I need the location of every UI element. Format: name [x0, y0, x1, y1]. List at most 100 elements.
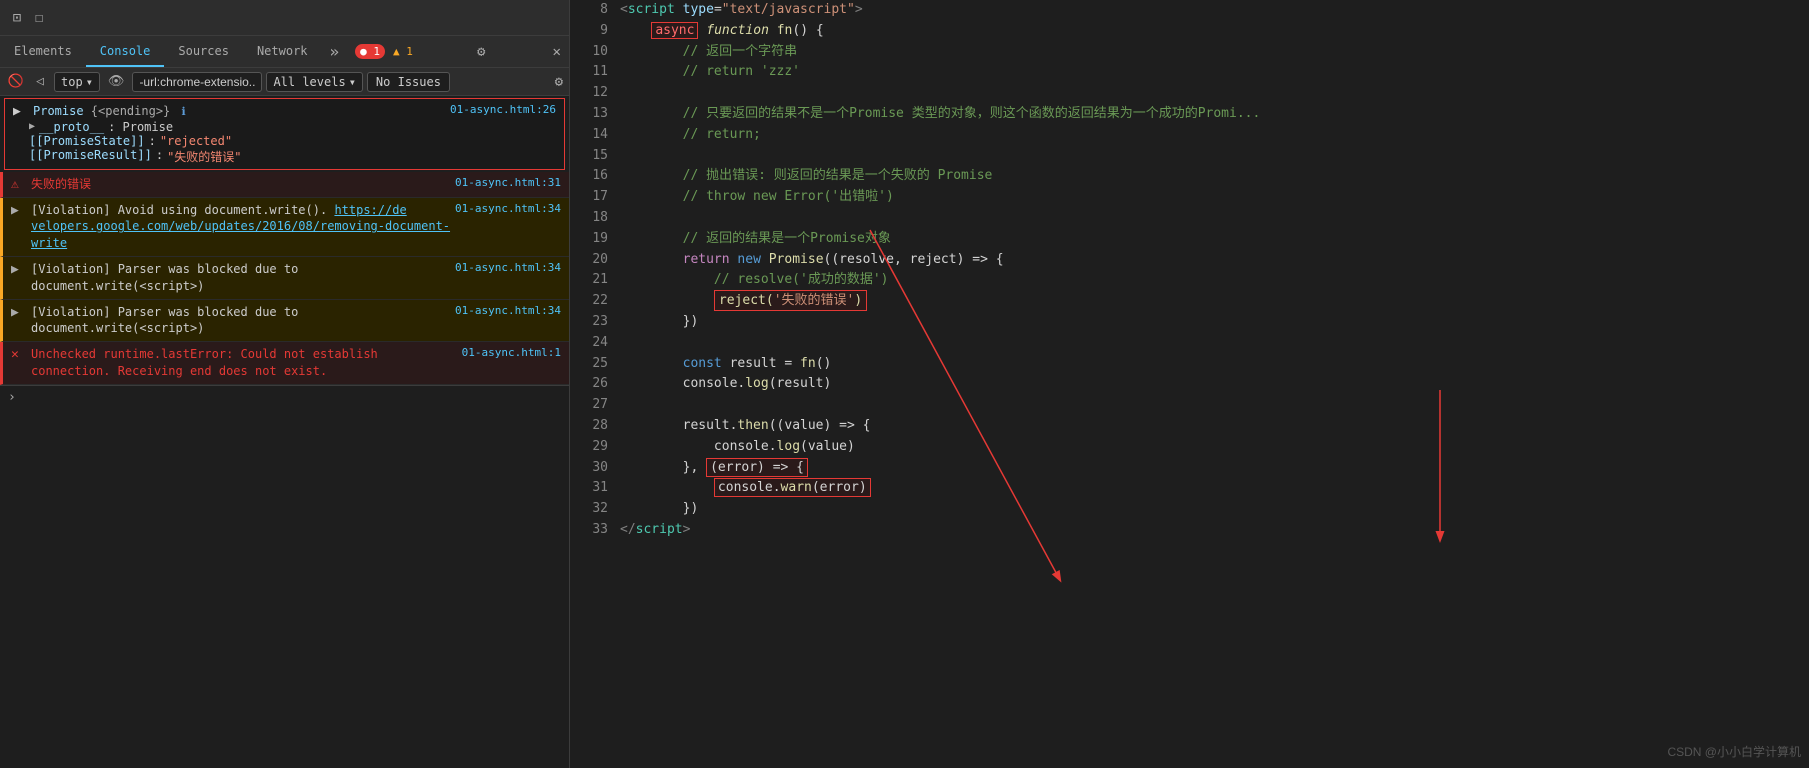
console-prompt-icon: ›: [8, 390, 16, 405]
table-row: 9 async function fn() {: [570, 21, 1809, 42]
eye-icon[interactable]: 👁: [104, 74, 129, 89]
watermark: CSDN @小小白学计算机: [1667, 743, 1801, 760]
table-row: 22 reject('失败的错误'): [570, 291, 1809, 312]
settings-button[interactable]: ⚙: [469, 36, 493, 67]
log-source-promise[interactable]: 01-async.html:26: [450, 103, 556, 120]
log-entry-violation1: ▶ [Violation] Avoid using document.write…: [0, 198, 569, 257]
line-content-20: return new Promise((resolve, reject) => …: [620, 250, 1809, 271]
line-content-18: [620, 208, 1809, 229]
error-badge: ● 1: [355, 44, 385, 59]
tab-network[interactable]: Network: [243, 36, 322, 67]
line-number-30: 30: [570, 458, 620, 479]
table-row: 13 // 只要返回的结果不是一个Promise 类型的对象，则这个函数的返回结…: [570, 104, 1809, 125]
table-row: 17 // throw new Error('出错啦'): [570, 187, 1809, 208]
line-number-21: 21: [570, 270, 620, 291]
console-settings-icon[interactable]: ⚙: [555, 74, 563, 90]
log-source-v1[interactable]: 01-async.html:34: [455, 202, 561, 215]
line-number-29: 29: [570, 437, 620, 458]
runtime-error-message: Unchecked runtime.lastError: Could not e…: [31, 346, 462, 380]
table-row: 33 </script>: [570, 520, 1809, 541]
log-entry-violation3: ▶ [Violation] Parser was blocked due tod…: [0, 300, 569, 343]
promise-result-key: [[PromiseResult]]: [29, 148, 152, 165]
level-label: All levels: [273, 75, 345, 89]
line-content-29: console.log(value): [620, 437, 1809, 458]
table-row: 30 }, (error) => {: [570, 458, 1809, 479]
line-number-33: 33: [570, 520, 620, 541]
devtools-top-toolbar: ⊡ ☐: [0, 0, 569, 36]
chevron-down-icon: ▾: [86, 75, 93, 89]
line-content-11: // return 'zzz': [620, 62, 1809, 83]
context-label: top: [61, 75, 83, 89]
tab-elements[interactable]: Elements: [0, 36, 86, 67]
line-number-15: 15: [570, 146, 620, 167]
code-content-area: 8 <script type="text/javascript"> 9 asyn…: [570, 0, 1809, 768]
code-editor: 8 <script type="text/javascript"> 9 asyn…: [570, 0, 1809, 768]
log-source-error1[interactable]: 01-async.html:31: [455, 176, 561, 189]
line-content-25: const result = fn(): [620, 354, 1809, 375]
line-number-18: 18: [570, 208, 620, 229]
log-entry-runtime-error: ✕ Unchecked runtime.lastError: Could not…: [0, 342, 569, 385]
log-source-v3[interactable]: 01-async.html:34: [455, 304, 561, 317]
table-row: 16 // 抛出错误: 则返回的结果是一个失败的 Promise: [570, 166, 1809, 187]
inspect-icon[interactable]: ⊡: [8, 9, 26, 27]
context-selector[interactable]: top ▾: [54, 72, 100, 92]
line-number-27: 27: [570, 395, 620, 416]
promise-state-key: [[PromiseState]]: [29, 134, 145, 148]
table-row: 25 const result = fn(): [570, 354, 1809, 375]
line-number-19: 19: [570, 229, 620, 250]
violation-message-2: [Violation] Parser was blocked due todoc…: [31, 261, 455, 295]
tabs-more-button[interactable]: »: [322, 36, 348, 67]
proto-key: __proto__: [39, 120, 104, 134]
back-button[interactable]: ◁: [30, 72, 50, 92]
line-content-22: reject('失败的错误'): [620, 291, 1809, 312]
devtools-tabs: Elements Console Sources Network » ● 1 ▲…: [0, 36, 569, 68]
line-number-31: 31: [570, 478, 620, 499]
line-number-32: 32: [570, 499, 620, 520]
device-icon[interactable]: ☐: [30, 9, 48, 27]
line-content-26: console.log(result): [620, 374, 1809, 395]
table-row: 21 // resolve('成功的数据'): [570, 270, 1809, 291]
table-row: 10 // 返回一个字符串: [570, 42, 1809, 63]
table-row: 15: [570, 146, 1809, 167]
no-issues-button[interactable]: No Issues: [367, 72, 450, 92]
log-source-runtime[interactable]: 01-async.html:1: [462, 346, 561, 359]
close-button[interactable]: ✕: [545, 36, 569, 67]
line-number-16: 16: [570, 166, 620, 187]
console-toolbar: 🚫 ◁ top ▾ 👁 All levels ▾ No Issues ⚙: [0, 68, 569, 96]
tab-console[interactable]: Console: [86, 36, 165, 67]
expand-icon[interactable]: ▶: [13, 104, 29, 120]
line-number-10: 10: [570, 42, 620, 63]
log-entry-error1: ⚠ 失败的错误 01-async.html:31: [0, 172, 569, 198]
line-content-8: <script type="text/javascript">: [620, 0, 1809, 21]
line-content-19: // 返回的结果是一个Promise对象: [620, 229, 1809, 250]
table-row: 12: [570, 83, 1809, 104]
warn-badge: ▲ 1: [388, 44, 418, 59]
log-level-selector[interactable]: All levels ▾: [266, 72, 362, 92]
tab-sources[interactable]: Sources: [164, 36, 243, 67]
line-number-8: 8: [570, 0, 620, 21]
error-icon-1: ⚠: [11, 177, 27, 192]
line-number-12: 12: [570, 83, 620, 104]
line-number-22: 22: [570, 291, 620, 312]
line-number-23: 23: [570, 312, 620, 333]
table-row: 31 console.warn(error): [570, 478, 1809, 499]
line-content-12: [620, 83, 1809, 104]
line-content-21: // resolve('成功的数据'): [620, 270, 1809, 291]
expand-icon-v3[interactable]: ▶: [11, 305, 27, 320]
clear-console-button[interactable]: 🚫: [6, 72, 26, 92]
line-number-11: 11: [570, 62, 620, 83]
url-filter-input[interactable]: [132, 72, 262, 92]
line-content-10: // 返回一个字符串: [620, 42, 1809, 63]
level-chevron-icon: ▾: [349, 75, 356, 89]
table-row: 23 }): [570, 312, 1809, 333]
expand-icon-v1[interactable]: ▶: [11, 203, 27, 218]
error-badge-area: ● 1 ▲ 1: [355, 36, 418, 67]
error-icon-runtime: ✕: [11, 347, 27, 362]
line-content-9: async function fn() {: [620, 21, 1809, 42]
expand-icon-v2[interactable]: ▶: [11, 262, 27, 277]
line-number-17: 17: [570, 187, 620, 208]
promise-result-val: "失败的错误": [167, 148, 241, 165]
line-content-16: // 抛出错误: 则返回的结果是一个失败的 Promise: [620, 166, 1809, 187]
line-number-24: 24: [570, 333, 620, 354]
log-source-v2[interactable]: 01-async.html:34: [455, 261, 561, 274]
